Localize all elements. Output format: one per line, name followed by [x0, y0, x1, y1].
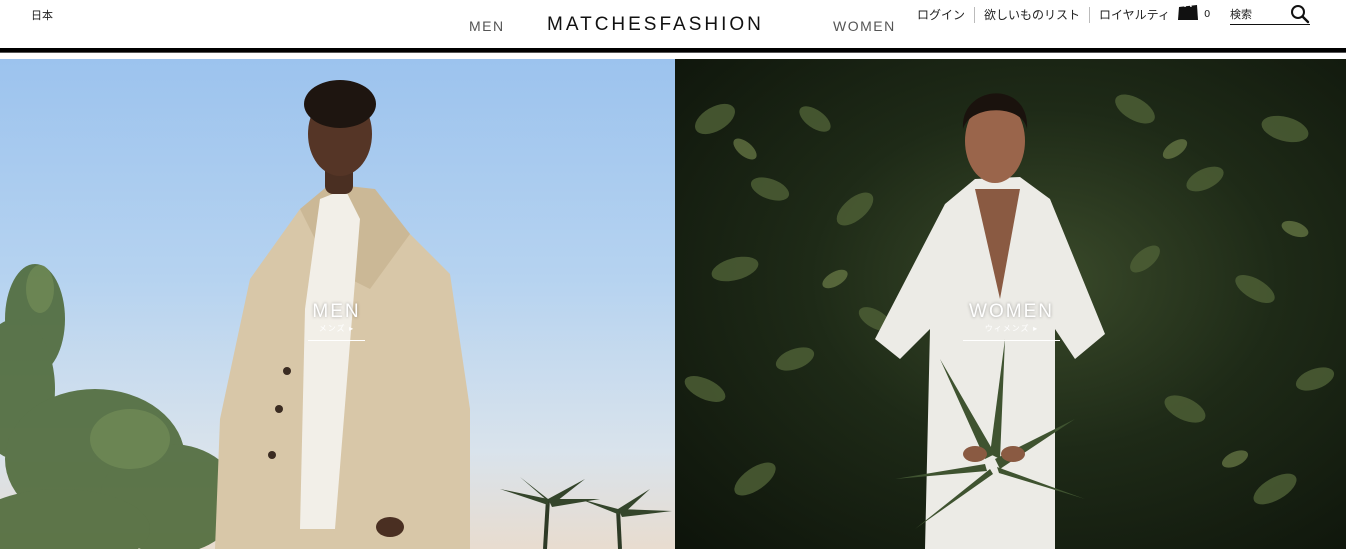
nav-men-link[interactable]: MEN: [469, 18, 505, 34]
women-underline: [963, 340, 1060, 341]
country-selector[interactable]: 日本: [31, 7, 53, 23]
search-box: [1230, 4, 1310, 25]
loyalty-link[interactable]: ロイヤルティ: [1090, 7, 1179, 23]
login-link[interactable]: ログイン: [908, 7, 976, 23]
hero-men-panel[interactable]: MEN メンズ ▸: [0, 59, 675, 549]
site-header: 日本 MEN MATCHESFASHION WOMEN ログイン 欲しいものリス…: [0, 0, 1346, 53]
women-title: WOMEN: [969, 301, 1054, 322]
bag-count: 0: [1204, 9, 1211, 20]
search-input[interactable]: [1230, 6, 1288, 22]
women-subtitle: ウィメンズ ▸: [984, 324, 1039, 333]
men-title: MEN: [312, 301, 361, 322]
utility-nav: ログイン 欲しいものリスト ロイヤルティ: [908, 6, 1179, 24]
women-category-link[interactable]: WOMEN ウィメンズ ▸: [963, 302, 1060, 341]
men-category-link[interactable]: MEN メンズ ▸: [308, 302, 365, 341]
hero-women-panel[interactable]: WOMEN ウィメンズ ▸: [675, 59, 1346, 549]
shopping-bag-button[interactable]: 0: [1176, 2, 1214, 24]
header-divider: [0, 48, 1346, 53]
brand-logo[interactable]: MATCHESFASHION: [547, 14, 764, 36]
nav-women-link[interactable]: WOMEN: [833, 18, 896, 34]
wishlist-link[interactable]: 欲しいものリスト: [975, 7, 1091, 23]
search-icon[interactable]: [1290, 4, 1310, 24]
men-subtitle: メンズ ▸: [318, 324, 355, 333]
men-underline: [308, 340, 365, 341]
shopping-bag-icon: [1178, 3, 1198, 20]
